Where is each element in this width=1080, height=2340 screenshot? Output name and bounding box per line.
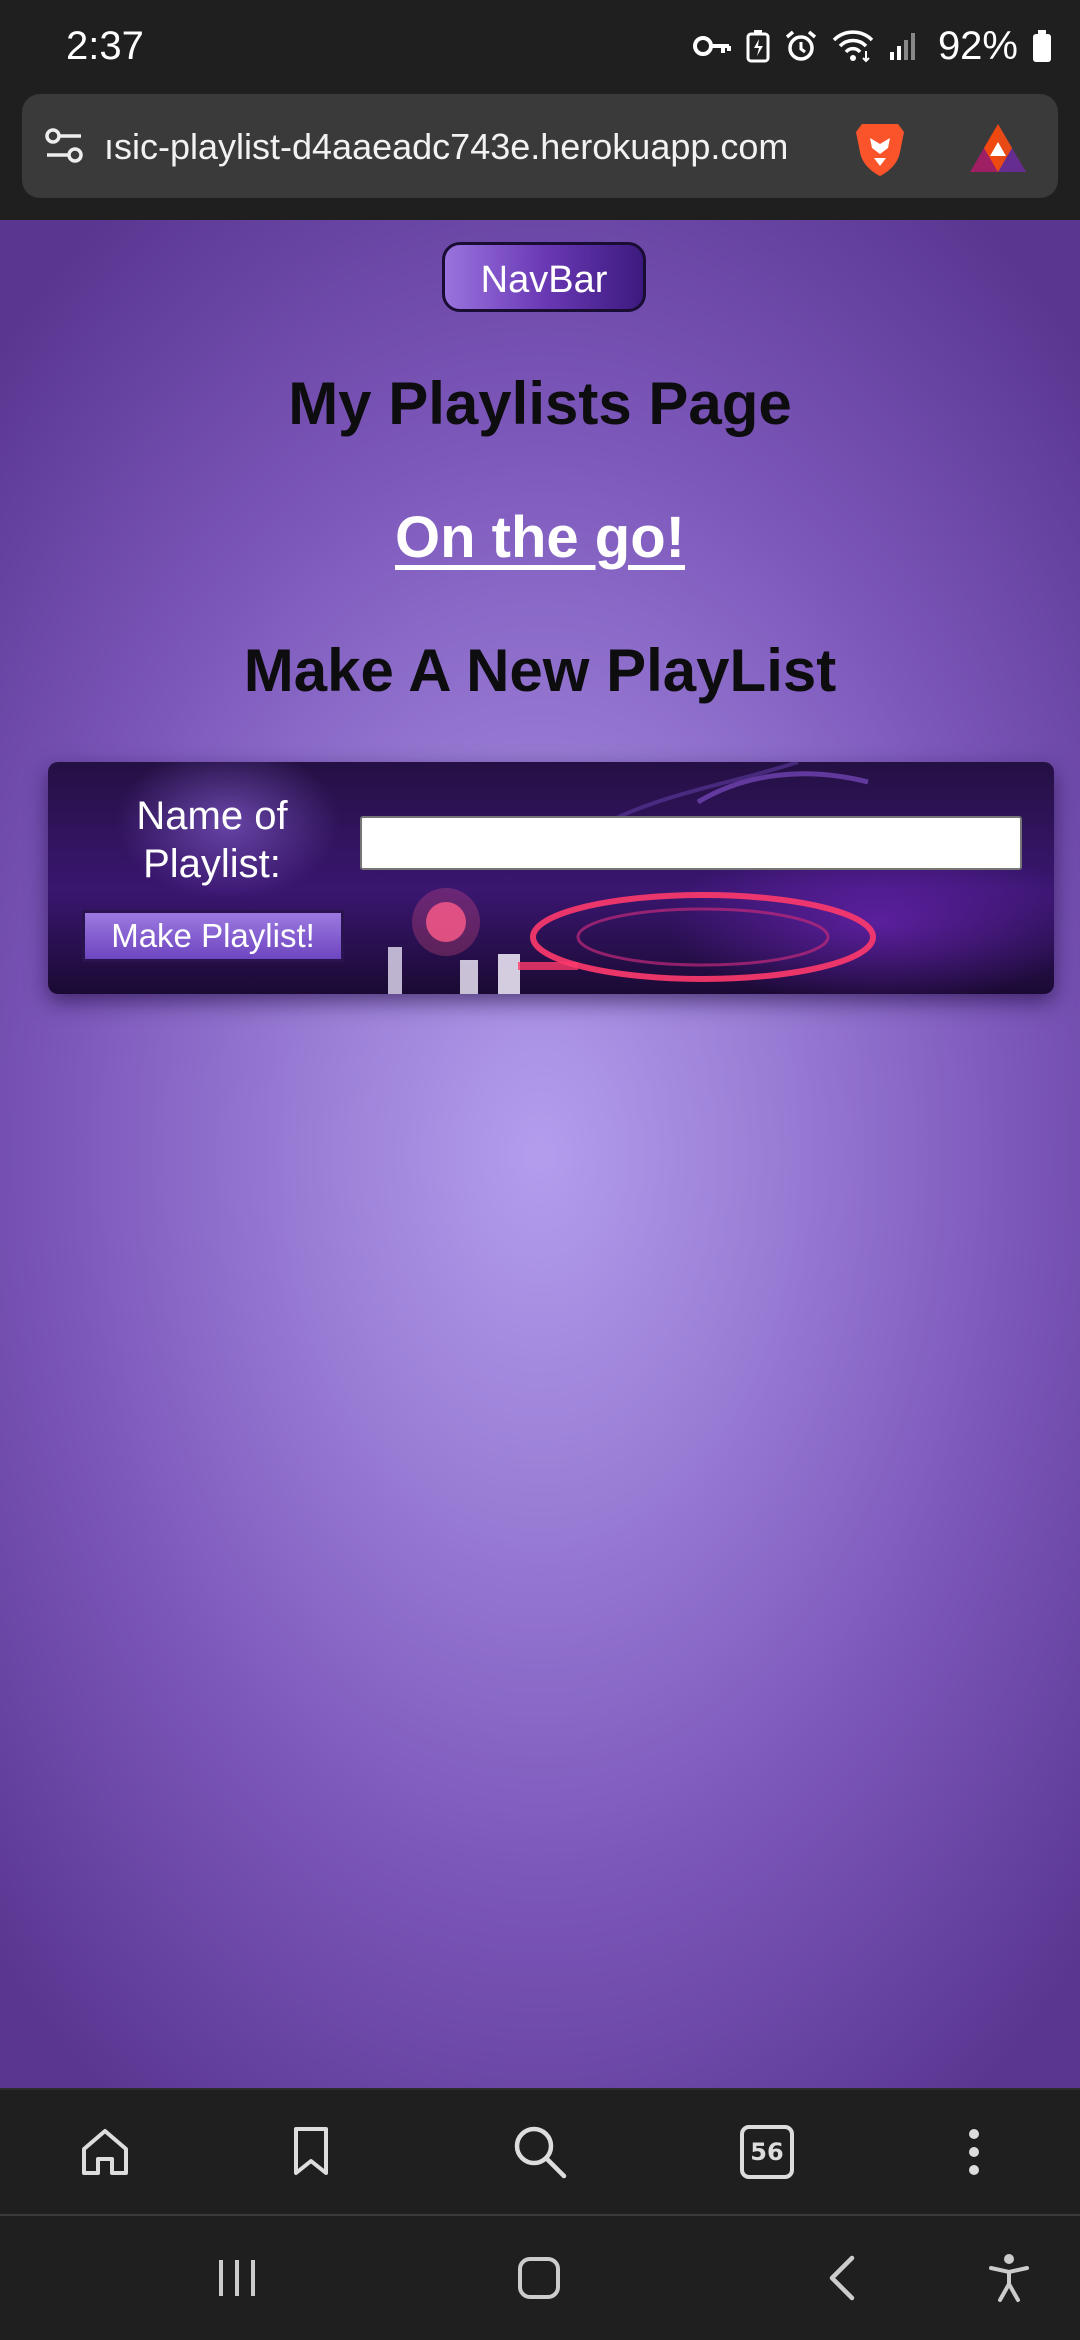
web-content: NavBar My Playlists Page On the go! Make… — [0, 220, 1080, 2088]
playlist-name-label: Name of Playlist: — [136, 794, 288, 886]
wifi-icon — [832, 29, 874, 63]
more-icon[interactable] — [914, 2090, 1034, 2214]
battery-percent: 92% — [937, 24, 1018, 68]
make-playlist-button[interactable]: Make Playlist! — [82, 910, 344, 962]
key-icon — [692, 31, 732, 61]
status-icons: 92% — [692, 20, 1052, 72]
status-bar: 2:37 92% — [0, 0, 1080, 92]
navbar-button[interactable]: NavBar — [442, 242, 646, 312]
brave-rewards-icon[interactable] — [966, 120, 1030, 181]
section-heading: Make A New PlayList — [243, 637, 837, 704]
browser-address-area: ısic-playlist-d4aaeadc743e.herokuapp.com — [0, 92, 1080, 220]
home-button-icon[interactable] — [479, 2216, 599, 2340]
accessibility-icon[interactable] — [949, 2216, 1069, 2340]
tab-count: 56 — [740, 2125, 794, 2179]
bookmark-icon[interactable] — [251, 2090, 371, 2214]
recent-apps-icon[interactable] — [177, 2216, 297, 2340]
playlist-name-input[interactable] — [360, 816, 1022, 870]
status-time: 2:37 — [66, 24, 144, 68]
browser-toolbar: 56 — [0, 2088, 1080, 2214]
brave-lion-icon[interactable] — [848, 116, 912, 185]
tabs-icon[interactable]: 56 — [707, 2090, 827, 2214]
battery-icon — [1032, 29, 1052, 63]
page-title: My Playlists Page — [288, 370, 792, 437]
on-the-go-link[interactable]: On the go! — [0, 502, 1080, 574]
tune-icon[interactable] — [42, 124, 86, 173]
search-icon[interactable] — [480, 2090, 600, 2214]
home-icon[interactable] — [45, 2090, 165, 2214]
address-bar[interactable]: ısic-playlist-d4aaeadc743e.herokuapp.com — [22, 94, 1058, 198]
new-playlist-form: Name of Playlist: Make Playlist! — [48, 762, 1054, 994]
system-navigation-bar — [0, 2216, 1080, 2340]
url-text[interactable]: ısic-playlist-d4aaeadc743e.herokuapp.com — [104, 122, 864, 172]
alarm-icon — [784, 29, 818, 63]
battery-saver-icon — [746, 29, 770, 63]
cell-signal-icon — [888, 30, 920, 62]
back-icon[interactable] — [782, 2216, 902, 2340]
